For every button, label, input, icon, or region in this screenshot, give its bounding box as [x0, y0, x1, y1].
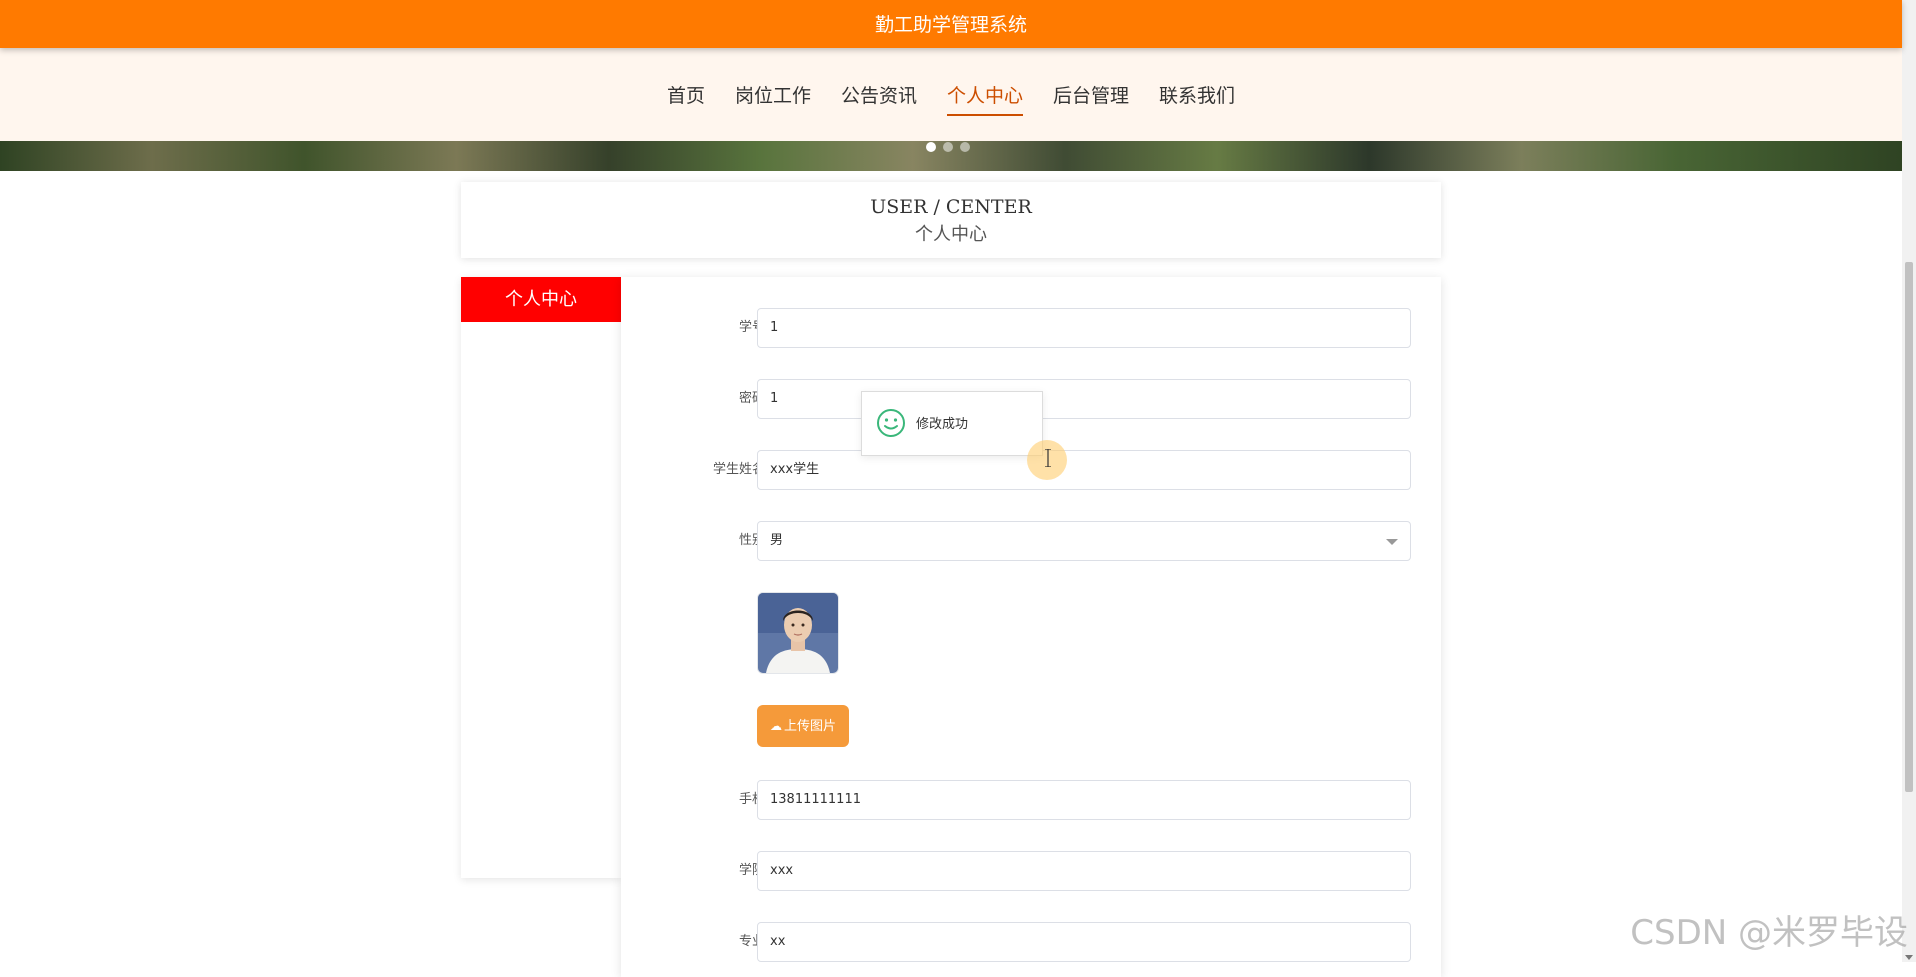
site-title: 勤工助学管理系统: [874, 14, 1027, 36]
gender-value: 男: [770, 533, 784, 548]
page-title-english: USER / CENTER: [870, 196, 1032, 218]
toast-message: 修改成功: [916, 417, 969, 432]
banner-dots: [926, 142, 970, 152]
college-input[interactable]: xxx: [757, 851, 1411, 891]
avatar-photo: [758, 593, 838, 673]
form-row-student-id: 学号 1: [621, 308, 1441, 348]
upload-image-button[interactable]: ☁ 上传图片: [757, 705, 849, 747]
phone-input[interactable]: 13811111111: [757, 780, 1411, 820]
form-row-college: 学院 xxx: [621, 851, 1441, 891]
student-name-input[interactable]: xxx学生: [757, 450, 1411, 490]
nav-list: 首页 岗位工作 公告资讯 个人中心 后台管理 联系我们: [0, 81, 1902, 116]
nav-item-admin[interactable]: 后台管理: [1053, 81, 1129, 116]
password-input[interactable]: 1: [757, 379, 1411, 419]
page-title-chinese: 个人中心: [915, 224, 987, 245]
banner-dot[interactable]: [926, 142, 936, 152]
banner-dot[interactable]: [943, 142, 953, 152]
gender-select[interactable]: 男: [757, 521, 1411, 561]
cloud-upload-icon: ☁: [769, 719, 782, 733]
side-menu-item-user-center[interactable]: 个人中心: [461, 277, 621, 322]
side-menu: 个人中心: [461, 277, 621, 878]
major-input[interactable]: xx: [757, 922, 1411, 962]
scroll-down-arrow-icon[interactable]: [1905, 955, 1913, 960]
nav-item-contact[interactable]: 联系我们: [1159, 81, 1235, 116]
upload-button-label: 上传图片: [783, 719, 836, 734]
form-row-phone: 手机 13811111111: [621, 780, 1441, 820]
text-cursor-icon: [1045, 449, 1051, 467]
page-header: USER / CENTER 个人中心: [461, 182, 1441, 258]
smile-icon: [877, 409, 905, 437]
success-toast: 修改成功: [861, 391, 1043, 456]
scrollbar-thumb[interactable]: [1905, 262, 1913, 792]
main-navigation: 首页 岗位工作 公告资讯 个人中心 后台管理 联系我们: [0, 48, 1902, 141]
banner-dot[interactable]: [960, 142, 970, 152]
nav-item-user-center[interactable]: 个人中心: [947, 81, 1024, 116]
form-row-major: 专业 xx: [621, 922, 1441, 962]
form-row-gender: 性别 男: [621, 521, 1441, 561]
nav-item-home[interactable]: 首页: [667, 81, 705, 116]
chevron-down-icon: [1386, 539, 1398, 545]
avatar: [757, 592, 839, 674]
nav-item-jobs[interactable]: 岗位工作: [735, 81, 811, 116]
watermark: CSDN @米罗毕设: [1630, 913, 1908, 953]
nav-item-news[interactable]: 公告资讯: [841, 81, 917, 116]
top-title-bar: 勤工助学管理系统: [0, 0, 1902, 48]
profile-form: 学号 1 密码 1 学生姓名 xxx学生 性别 男 ☁ 上传图片 手机 1381…: [621, 277, 1441, 977]
page-scrollbar[interactable]: [1902, 0, 1916, 962]
student-id-input[interactable]: 1: [757, 308, 1411, 348]
